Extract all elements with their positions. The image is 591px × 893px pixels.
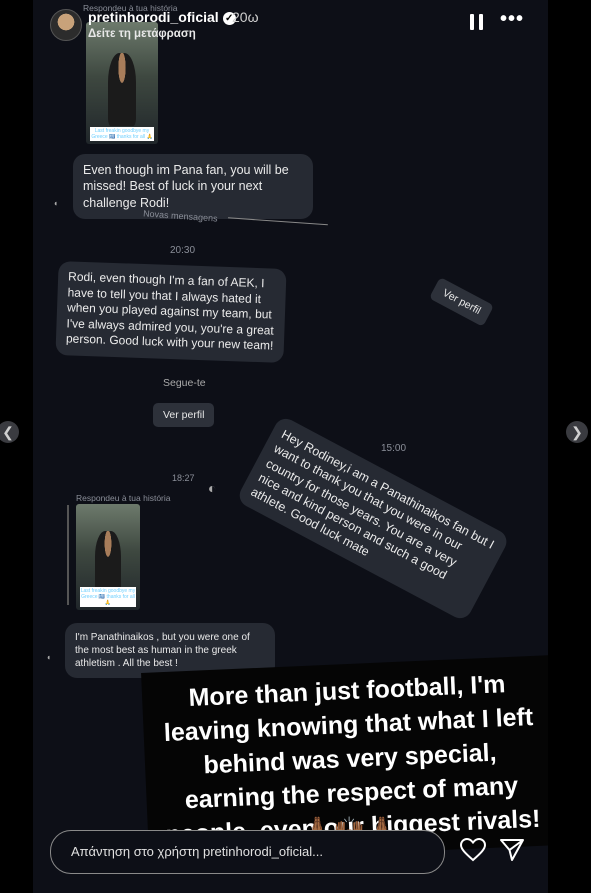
timestamp-2: 15:00 bbox=[381, 443, 407, 454]
prev-story-button[interactable]: ❮ bbox=[0, 421, 19, 443]
story-person-image bbox=[107, 52, 137, 126]
sender-avatar-1: ◖ bbox=[53, 198, 59, 208]
sender-avatar-4: ◖ bbox=[46, 652, 52, 662]
more-icon[interactable]: ••• bbox=[500, 8, 524, 31]
story-frame[interactable]: Respondeu à tua história Last freakin go… bbox=[33, 0, 548, 893]
message-bubble-2: Rodi, even though I'm a fan of AEK, I ha… bbox=[55, 261, 287, 363]
see-translation-link[interactable]: Δείτε τη μετάφραση bbox=[88, 28, 196, 40]
view-profile-tilted-button[interactable]: Ver perfil bbox=[428, 276, 495, 328]
chevron-left-icon: ❮ bbox=[2, 424, 14, 440]
chevron-right-icon: ❯ bbox=[571, 424, 583, 440]
message-bubble-3: Hey Rodiney,i am a Panathinaikos fan but… bbox=[235, 414, 511, 623]
story-person-image bbox=[95, 530, 121, 595]
username: pretinhorodi_oficial bbox=[88, 9, 219, 25]
story-header: pretinhorodi_oficial ✓ 20ω Δείτε τη μετάφ… bbox=[50, 6, 530, 46]
thumbnail-caption: Last freakin goodbye my Greece 🇬🇷 thanks… bbox=[90, 127, 154, 141]
heart-icon[interactable] bbox=[460, 838, 486, 862]
reply-placeholder: Απάντηση στο χρήστη pretinhorodi_oficial… bbox=[71, 844, 323, 859]
reply-indicator-line bbox=[67, 505, 69, 605]
thumbnail-caption: Last freakin goodbye my Greece 🇬🇷 thanks… bbox=[80, 587, 136, 607]
replied-label-bottom: Respondeu à tua história bbox=[76, 493, 171, 503]
post-time: 20ω bbox=[232, 9, 259, 25]
timestamp-3: 18:27 bbox=[172, 473, 195, 483]
pause-icon[interactable] bbox=[470, 14, 484, 30]
reply-input[interactable]: Απάντηση στο χρήστη pretinhorodi_oficial… bbox=[50, 830, 445, 874]
sender-avatar-3: ◐ bbox=[208, 480, 217, 496]
view-profile-button[interactable]: Ver perfil bbox=[153, 403, 215, 427]
send-icon[interactable] bbox=[499, 838, 525, 862]
username-link[interactable]: pretinhorodi_oficial ✓ bbox=[88, 9, 236, 25]
timestamp-1: 20:30 bbox=[170, 245, 196, 256]
follows-you-label: Segue-te bbox=[163, 377, 206, 389]
new-messages-label: Novas mensagens bbox=[142, 208, 218, 224]
avatar[interactable] bbox=[50, 9, 82, 41]
story-thumbnail-bottom[interactable]: Last freakin goodbye my Greece 🇬🇷 thanks… bbox=[76, 504, 140, 610]
next-story-button[interactable]: ❯ bbox=[566, 421, 588, 443]
